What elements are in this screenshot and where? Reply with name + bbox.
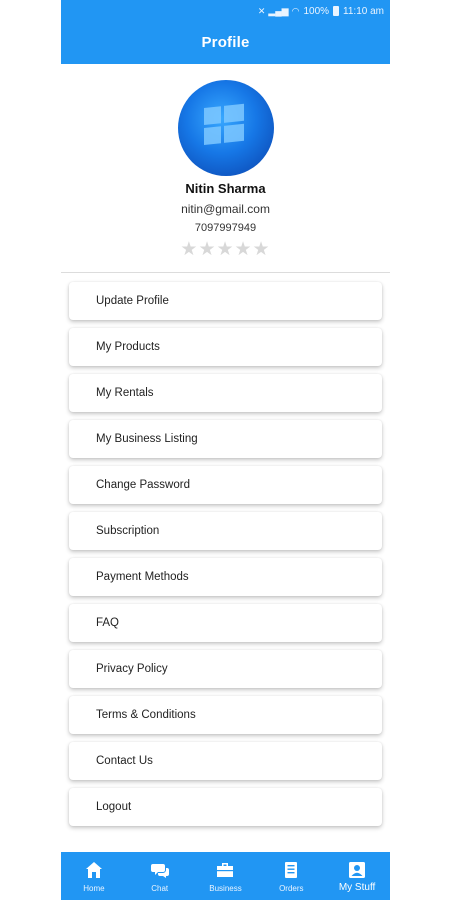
nav-label-orders: Orders [279,884,304,893]
menu-item-update-profile[interactable]: Update Profile [69,282,382,320]
menu-item-my-products[interactable]: My Products [69,328,382,366]
person-icon [347,860,367,880]
status-bar: ✕ ▂▄▆ ◠ 100% 11:10 am [258,4,384,18]
nav-label-business: Business [209,884,242,893]
nav-item-home[interactable]: Home [61,852,127,900]
avatar[interactable] [178,80,274,176]
nav-label-my-stuff: My Stuff [338,882,376,893]
divider [61,272,390,273]
windows-logo-icon [204,103,244,145]
wifi-icon: ◠ [291,6,300,16]
status-time: 11:10 am [343,5,384,17]
menu-item-contact-us[interactable]: Contact Us [69,742,382,780]
app-header: ✕ ▂▄▆ ◠ 100% 11:10 am Profile [61,0,390,64]
user-phone: 7097997949 [194,222,257,234]
briefcase-icon [215,860,235,880]
signal-icon: ▂▄▆ [268,6,289,16]
status-icons: ✕ ▂▄▆ ◠ [258,6,300,16]
page-title: Profile [201,34,250,51]
menu-item-privacy-policy[interactable]: Privacy Policy [69,650,382,688]
orders-icon [281,860,301,880]
nav-item-business[interactable]: Business [193,852,259,900]
menu-item-logout[interactable]: Logout [69,788,382,826]
nav-item-chat[interactable]: Chat [127,852,193,900]
battery-percent: 100% [303,5,330,17]
menu-item-change-password[interactable]: Change Password [69,466,382,504]
nav-label-home: Home [83,884,105,893]
chat-icon [150,860,170,880]
user-name: Nitin Sharma [185,181,266,196]
menu-item-subscription[interactable]: Subscription [69,512,382,550]
bottom-nav: Home Chat Business Orders My Stuff [61,852,390,900]
mute-icon: ✕ [257,6,266,16]
battery-icon [333,6,340,16]
nav-item-orders[interactable]: Orders [258,852,324,900]
user-email: nitin@gmail.com [181,202,270,216]
app-screen: ✕ ▂▄▆ ◠ 100% 11:10 am Profile Nitin Shar… [61,0,390,900]
nav-label-chat: Chat [151,884,169,893]
rating-stars: ★★★★★ [180,239,271,260]
profile-section: Nitin Sharma nitin@gmail.com 7097997949 … [61,64,390,274]
home-icon [84,860,104,880]
menu-item-my-business-listing[interactable]: My Business Listing [69,420,382,458]
nav-item-my-stuff[interactable]: My Stuff [324,852,390,900]
menu-item-terms-conditions[interactable]: Terms & Conditions [69,696,382,734]
menu-item-my-rentals[interactable]: My Rentals [69,374,382,412]
menu-item-faq[interactable]: FAQ [69,604,382,642]
menu-item-payment-methods[interactable]: Payment Methods [69,558,382,596]
